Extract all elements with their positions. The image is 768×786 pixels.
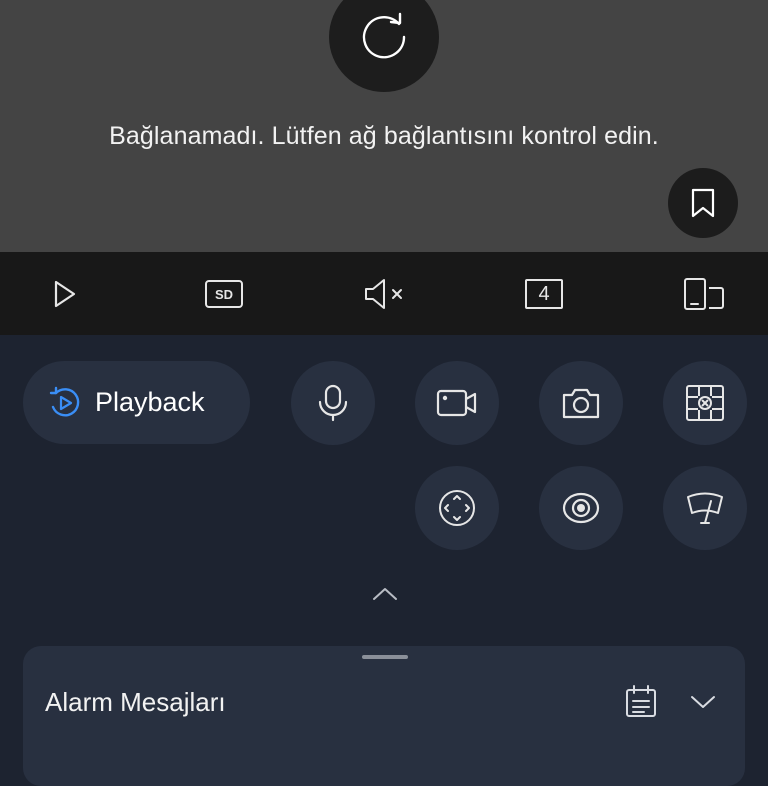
- play-icon: [50, 278, 78, 310]
- speaker-muted-icon: [362, 276, 406, 312]
- playback-icon: [47, 385, 83, 421]
- chevron-up-icon: [371, 585, 399, 603]
- connection-error-message: Bağlanamadı. Lütfen ağ bağlantısını kont…: [109, 122, 659, 150]
- wiper-icon: [684, 489, 726, 527]
- privacy-mode-button[interactable]: [539, 466, 623, 550]
- collapse-actions-button[interactable]: [365, 578, 405, 610]
- camera-icon: [560, 384, 602, 422]
- play-button[interactable]: [38, 268, 90, 320]
- quality-label: SD: [205, 280, 243, 308]
- split-count-label: 4: [525, 279, 563, 309]
- microphone-icon: [313, 383, 353, 423]
- orientation-button[interactable]: [678, 268, 730, 320]
- split-screen-button[interactable]: 4: [518, 268, 570, 320]
- grid-close-icon: [684, 383, 726, 423]
- calendar-icon: [623, 684, 659, 720]
- mute-button[interactable]: [358, 268, 410, 320]
- bookmark-icon: [689, 187, 717, 219]
- wiper-button[interactable]: [663, 466, 747, 550]
- quality-button[interactable]: SD: [198, 268, 250, 320]
- bookmark-button[interactable]: [668, 168, 738, 238]
- playback-label: Playback: [95, 387, 205, 417]
- playback-button[interactable]: Playback: [23, 361, 250, 444]
- refresh-icon: [355, 8, 413, 66]
- alarm-messages-panel: Alarm Mesajları: [23, 646, 745, 786]
- ptz-button[interactable]: [415, 466, 499, 550]
- eye-icon: [560, 490, 602, 526]
- expand-panel-button[interactable]: [683, 682, 723, 722]
- calendar-button[interactable]: [621, 682, 661, 722]
- close-all-channels-button[interactable]: [663, 361, 747, 445]
- chevron-down-icon: [689, 693, 717, 711]
- rotate-device-icon: [681, 276, 727, 312]
- player-toolbar: SD 4: [0, 252, 768, 335]
- ptz-icon: [437, 488, 477, 528]
- alarm-messages-title: Alarm Mesajları: [45, 687, 226, 717]
- snapshot-button[interactable]: [539, 361, 623, 445]
- video-record-icon: [435, 385, 479, 421]
- retry-button[interactable]: [329, 0, 439, 92]
- drag-handle[interactable]: [362, 655, 408, 659]
- talk-button[interactable]: [291, 361, 375, 445]
- record-button[interactable]: [415, 361, 499, 445]
- video-area[interactable]: Bağlanamadı. Lütfen ağ bağlantısını kont…: [0, 0, 768, 252]
